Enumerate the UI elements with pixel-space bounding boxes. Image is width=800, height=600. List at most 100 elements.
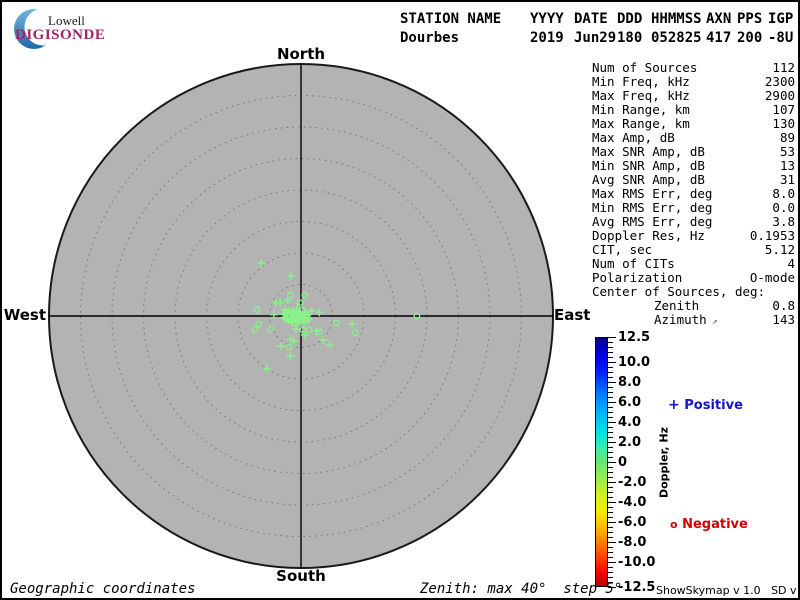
negative-label: Negative	[682, 517, 748, 532]
colorbar-minor-tick	[608, 387, 613, 388]
colorbar-minor-tick	[608, 432, 613, 433]
colorbar-major-tick	[608, 562, 616, 563]
stats-row: Num of CITs4	[592, 257, 795, 271]
azimuth-arrow-icon: ↗	[707, 317, 718, 327]
colorbar-major-tick	[608, 482, 616, 483]
colorbar-tick-label: 4.0	[618, 415, 641, 430]
colorbar-minor-tick	[608, 517, 613, 518]
colorbar-minor-tick	[608, 417, 613, 418]
colorbar-minor-tick	[608, 557, 613, 558]
showskymap-window: Lowell DIGISONDE STATION NAMEDourbesYYYY…	[0, 0, 800, 600]
stats-row: Avg RMS Err, deg3.8	[592, 215, 795, 229]
colorbar-minor-tick	[608, 342, 613, 343]
logo-digisonde-text: DIGISONDE	[15, 27, 105, 44]
colorbar-minor-tick	[608, 347, 613, 348]
colorbar-major-tick	[608, 542, 616, 543]
colorbar-minor-tick	[608, 497, 613, 498]
colorbar-tick-label: 10.0	[618, 355, 650, 370]
colorbar-minor-tick	[608, 572, 613, 573]
header-col-ddd: DDD180	[617, 10, 651, 48]
colorbar-tick-label: -12.5	[618, 580, 655, 595]
colorbar-major-tick	[608, 502, 616, 503]
colorbar-minor-tick	[608, 487, 613, 488]
coordinates-note: Geographic coordinates	[10, 581, 195, 597]
doppler-colorbar	[595, 337, 608, 587]
stats-row: Max Freq, kHz2900	[592, 89, 795, 103]
stats-row: PolarizationO-mode	[592, 271, 795, 285]
colorbar-title: Doppler, Hz	[658, 423, 671, 503]
stats-row: Doppler Res, Hz0.1953	[592, 229, 795, 243]
colorbar-minor-tick	[608, 452, 613, 453]
colorbar-minor-tick	[608, 567, 613, 568]
colorbar-major-tick	[608, 382, 616, 383]
colorbar-minor-tick	[608, 367, 613, 368]
colorbar-tick-label: 0	[618, 455, 627, 470]
colorbar-major-tick	[608, 422, 616, 423]
colorbar-major-tick	[608, 522, 616, 523]
colorbar-major-tick	[608, 362, 616, 363]
stats-row: Azimuth ↗143	[592, 313, 795, 329]
colorbar-major-tick	[608, 462, 616, 463]
stats-row: Max RMS Err, deg8.0	[592, 187, 795, 201]
colorbar-major-tick	[608, 402, 616, 403]
station-header: STATION NAMEDourbesYYYY2019DATEJun29DDD1…	[400, 10, 796, 48]
header-col-hhmmss: HHMMSS052825	[651, 10, 706, 48]
positive-legend: + Positive	[668, 397, 743, 413]
colorbar-major-tick	[608, 337, 616, 338]
colorbar-minor-tick	[608, 537, 613, 538]
header-col-axn: AXN417	[706, 10, 737, 48]
colorbar-major-tick	[608, 442, 616, 443]
center-of-sources-header: Center of Sources, deg:	[592, 285, 795, 299]
colorbar-tick-label: -4.0	[618, 495, 646, 510]
skymap-plot	[41, 57, 561, 577]
stats-row: Max Amp, dB89	[592, 131, 795, 145]
colorbar-minor-tick	[608, 407, 613, 408]
stats-row: CIT, sec5.12	[592, 243, 795, 257]
colorbar-tick-label: -8.0	[618, 535, 646, 550]
positive-label: Positive	[684, 398, 743, 413]
stats-row: Max Range, km130	[592, 117, 795, 131]
colorbar-minor-tick	[608, 512, 613, 513]
colorbar-minor-tick	[608, 492, 613, 493]
colorbar-minor-tick	[608, 472, 613, 473]
header-col-pps: PPS200	[737, 10, 768, 48]
colorbar-minor-tick	[608, 392, 613, 393]
plus-icon: +	[668, 397, 680, 413]
colorbar-tick-label: 12.5	[618, 330, 650, 345]
stats-panel: Num of Sources112Min Freq, kHz2300Max Fr…	[592, 61, 795, 329]
colorbar-minor-tick	[608, 547, 613, 548]
colorbar-minor-tick	[608, 427, 613, 428]
colorbar-minor-tick	[608, 507, 613, 508]
colorbar-minor-tick	[608, 412, 613, 413]
colorbar-tick-label: -6.0	[618, 515, 646, 530]
colorbar-minor-tick	[608, 527, 613, 528]
colorbar-minor-tick	[608, 372, 613, 373]
header-col-station-name: STATION NAMEDourbes	[400, 10, 530, 48]
stats-row: Min Freq, kHz2300	[592, 75, 795, 89]
header-col-date: DATEJun29	[574, 10, 617, 48]
colorbar-minor-tick	[608, 457, 613, 458]
stats-row: Zenith0.8	[592, 299, 795, 313]
negative-legend: o Negative	[670, 517, 748, 532]
colorbar-minor-tick	[608, 437, 613, 438]
stats-row: Num of Sources112	[592, 61, 795, 75]
colorbar-tick-label: 8.0	[618, 375, 641, 390]
header-col-igp: IGP-8U	[768, 10, 796, 48]
circle-icon: o	[670, 518, 678, 531]
colorbar-tick-label: -10.0	[618, 555, 655, 570]
colorbar-minor-tick	[608, 577, 613, 578]
colorbar-minor-tick	[608, 397, 613, 398]
stats-row: Avg SNR Amp, dB31	[592, 173, 795, 187]
colorbar-tick-label: 2.0	[618, 435, 641, 450]
colorbar-minor-tick	[608, 357, 613, 358]
stats-row: Min SNR Amp, dB13	[592, 159, 795, 173]
colorbar-minor-tick	[608, 532, 613, 533]
version-label: ShowSkymap v 1.0 SD v 5.1	[656, 584, 800, 597]
stats-row: Min RMS Err, deg0.0	[592, 201, 795, 215]
colorbar-minor-tick	[608, 467, 613, 468]
colorbar-minor-tick	[608, 447, 613, 448]
zenith-range-note: Zenith: max 40° step 5°	[420, 581, 622, 597]
colorbar-tick-label: -2.0	[618, 475, 646, 490]
stats-row: Min Range, km107	[592, 103, 795, 117]
colorbar-minor-tick	[608, 377, 613, 378]
